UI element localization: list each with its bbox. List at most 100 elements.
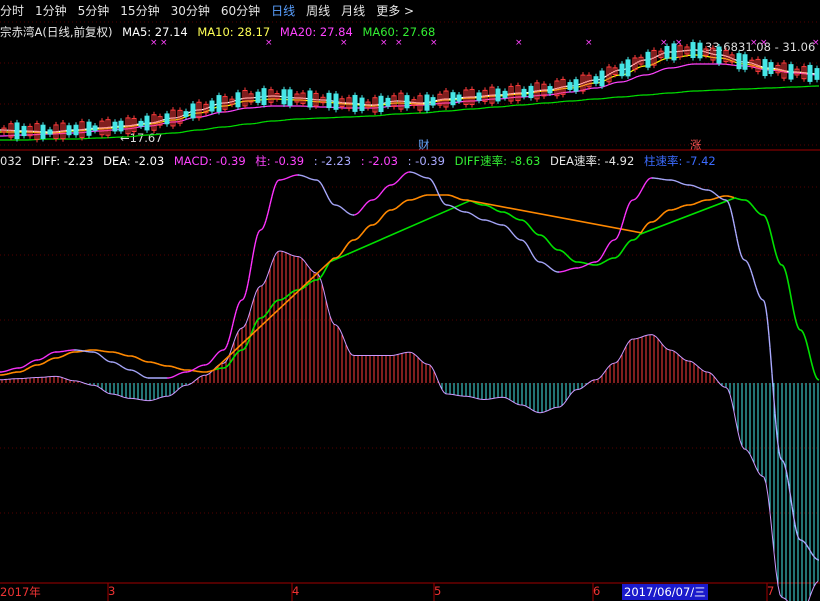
stock-chart-canvas[interactable]: × × × × × × × × × × × × × ×	[0, 0, 820, 601]
candle-body-13	[86, 121, 92, 136]
diff-seg	[226, 342, 229, 346]
diff-seg	[647, 178, 650, 181]
candle-body-14	[92, 125, 98, 131]
diff-seg	[271, 192, 274, 197]
diff-seg	[245, 288, 248, 293]
diff-seg	[99, 354, 102, 357]
diff-seg	[732, 218, 735, 224]
diff-seg	[640, 188, 643, 192]
diff-seg	[729, 206, 732, 211]
diff-seg	[771, 373, 774, 388]
diff-seg	[376, 196, 379, 199]
diff-seg	[250, 260, 253, 267]
diff-seg	[330, 201, 333, 204]
diff-seg	[714, 193, 717, 196]
candle-body-124	[807, 64, 813, 82]
candle-body-70	[456, 94, 462, 102]
diff-seg	[431, 180, 434, 183]
diff-seg	[740, 254, 743, 258]
diff-seg	[778, 451, 781, 457]
diff-seg	[346, 211, 349, 214]
candle-body-3	[21, 125, 27, 137]
diff-seg	[747, 262, 750, 266]
diff-seg	[607, 243, 610, 246]
x-marker-icon: ×	[760, 38, 768, 48]
candle-body-117	[762, 59, 768, 77]
diff-seg	[117, 363, 120, 366]
diff-seg	[452, 206, 455, 208]
diff-seg	[45, 355, 48, 357]
date-label-6: 7	[767, 584, 775, 598]
diff-seg	[395, 181, 398, 184]
candle-body-28	[183, 111, 189, 117]
candle-body-51	[333, 93, 339, 110]
diff-seg	[342, 208, 345, 211]
diff-seg	[720, 197, 723, 200]
diff-seg	[604, 248, 607, 252]
diff-seg	[232, 319, 235, 324]
diff-seg	[712, 191, 715, 194]
diff-seg	[401, 175, 404, 177]
diff-seg	[174, 374, 177, 377]
diff-seg	[381, 190, 384, 193]
diff-seg	[142, 375, 145, 378]
diff-seg	[196, 366, 199, 369]
candle-body-77	[502, 90, 508, 99]
diff-seg	[256, 233, 259, 237]
diff-seg	[543, 262, 546, 265]
diff-seg	[598, 258, 601, 261]
diff-seg	[306, 176, 309, 179]
diff-seg	[584, 264, 587, 267]
diff-seg	[791, 506, 794, 513]
diff-seg	[756, 289, 759, 294]
diff-seg	[265, 216, 268, 221]
diff-seg	[527, 246, 530, 249]
diff-seg	[510, 230, 513, 234]
diff-seg	[257, 230, 260, 234]
diff-seg	[348, 212, 351, 215]
diff-seg	[739, 251, 742, 256]
candle-body-65	[424, 94, 430, 111]
diff-seg	[327, 196, 330, 200]
diff-seg	[615, 237, 618, 240]
diff-seg	[275, 181, 278, 184]
diff-seg	[717, 195, 720, 198]
diff-seg	[398, 178, 401, 181]
candle-body-87	[567, 82, 573, 90]
date-label-4: 6	[593, 584, 601, 598]
diff-seg	[806, 545, 809, 548]
diff-seg	[137, 372, 140, 375]
diff-seg	[515, 236, 518, 239]
diff-seg	[526, 244, 529, 247]
x-marker-icon: ×	[265, 38, 273, 48]
diff-seg	[811, 553, 814, 556]
diff-seg	[777, 444, 780, 452]
diff-seg	[402, 174, 405, 177]
diff-seg	[193, 368, 196, 370]
x-marker-icon: ×	[675, 38, 683, 48]
candle-body-59	[385, 97, 391, 107]
diff-seg	[236, 305, 239, 309]
diff-seg	[793, 518, 796, 525]
ma60-line	[0, 85, 819, 141]
diff-seg	[415, 172, 418, 175]
diff-seg	[748, 265, 751, 269]
candle-body-39	[255, 91, 261, 103]
diff-seg	[728, 203, 731, 208]
candle-body-95	[619, 63, 625, 77]
diff-seg	[121, 366, 124, 368]
diff-seg	[397, 179, 400, 182]
diff-seg	[715, 193, 718, 196]
diff-seg	[206, 363, 209, 366]
diff-seg	[582, 265, 585, 268]
diff-seg	[813, 556, 816, 559]
diff-seg	[405, 171, 408, 174]
macd-envelope	[0, 250, 819, 601]
diff-seg	[211, 358, 214, 361]
diff-seg	[49, 352, 52, 355]
diff-seg	[513, 234, 516, 237]
diff-seg	[337, 204, 340, 207]
diff-seg	[552, 269, 555, 272]
diff-seg	[100, 355, 103, 358]
diff-seg	[456, 208, 459, 211]
